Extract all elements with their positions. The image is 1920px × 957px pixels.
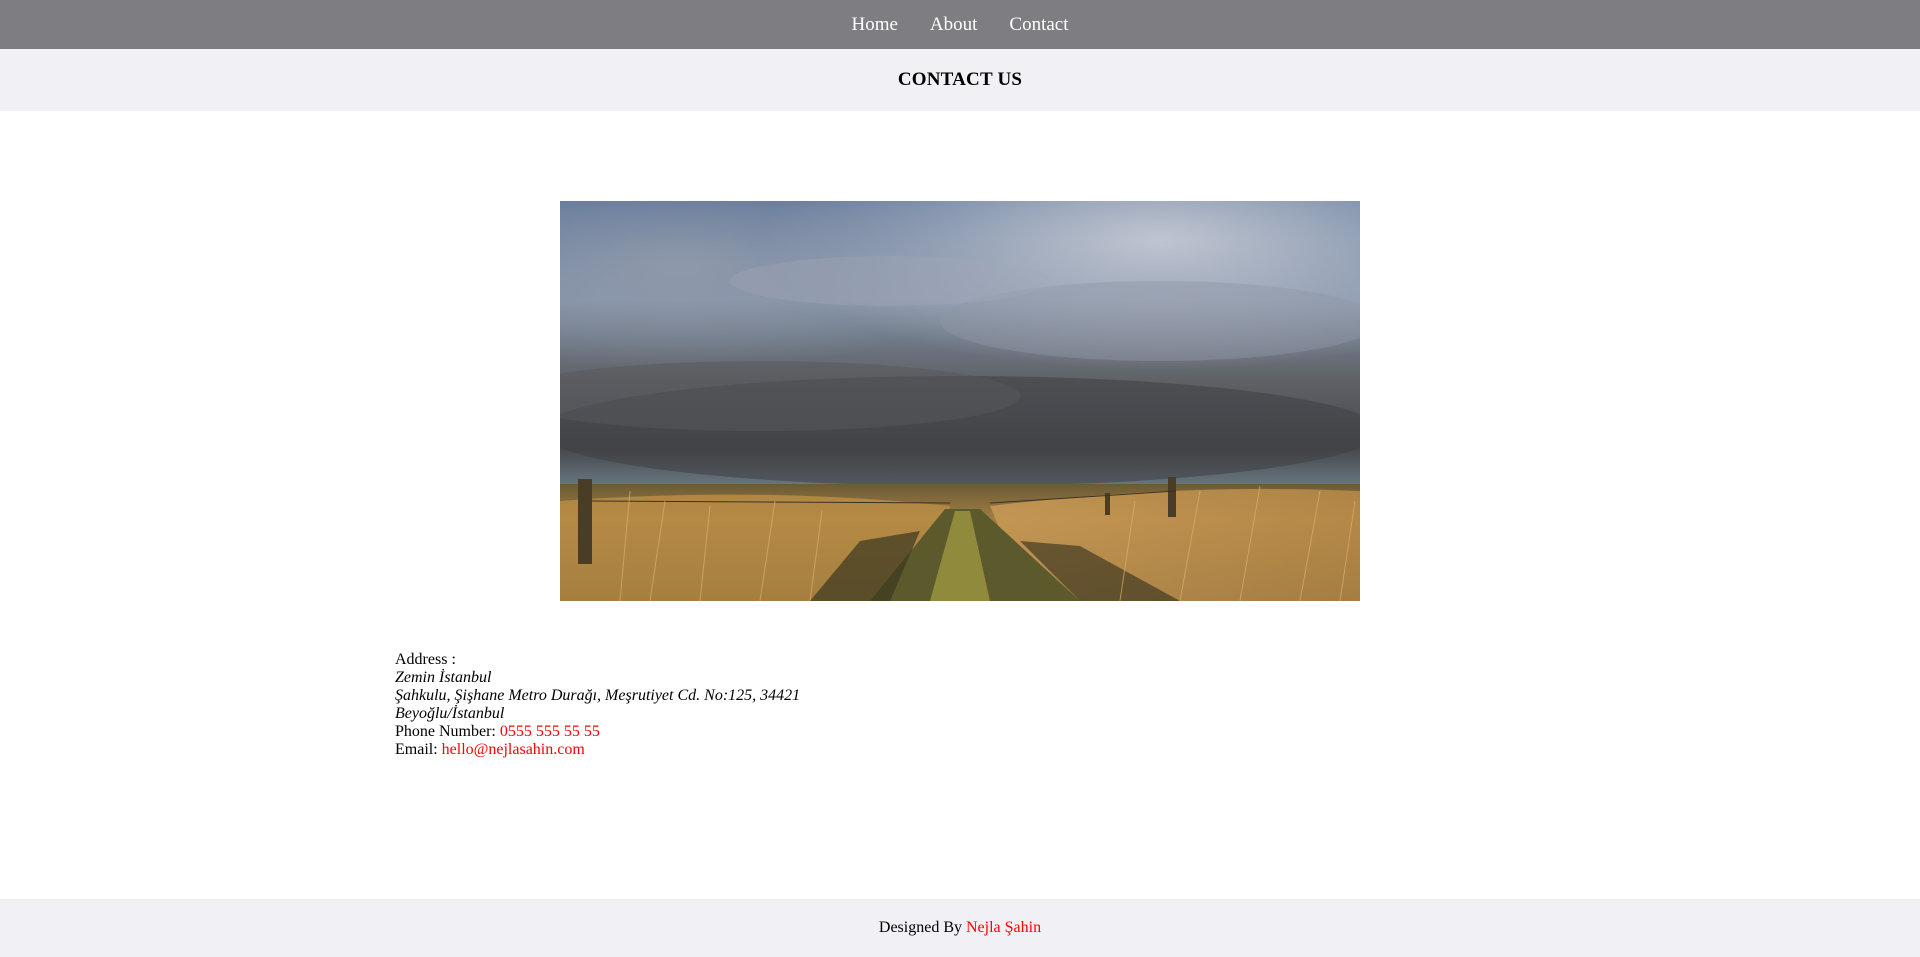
landscape-photo-graphic (560, 201, 1360, 601)
email-label: Email: (395, 741, 438, 758)
address-line-3: Beyoğlu/İstanbul (395, 705, 505, 722)
phone-label: Phone Number: (395, 723, 496, 740)
page-title-bar: CONTACT US (0, 49, 1920, 111)
phone-row: Phone Number: 0555 555 55 55 (395, 723, 800, 741)
nav-contact-link[interactable]: Contact (1009, 14, 1068, 36)
footer: Designed By Nejla Şahin (0, 899, 1920, 957)
nav-home-link[interactable]: Home (851, 14, 897, 36)
address-line-1: Zemin İstanbul (395, 669, 492, 686)
address-line-2: Şahkulu, Şişhane Metro Durağı, Meşrutiye… (395, 687, 801, 704)
page-title: CONTACT US (897, 69, 1023, 90)
email-link[interactable]: hello@nejlasahin.com (442, 741, 585, 758)
footer-author-link[interactable]: Nejla Şahin (966, 919, 1041, 937)
email-row: Email: hello@nejlasahin.com (395, 741, 800, 759)
landscape-photo (560, 201, 1360, 601)
footer-designed-by: Designed By (878, 919, 962, 936)
phone-link[interactable]: 0555 555 55 55 (500, 723, 600, 740)
nav-about-link[interactable]: About (930, 14, 978, 36)
top-nav: Home About Contact (0, 0, 1920, 49)
contact-info: Address : Zemin İstanbul Şahkulu, Şişhan… (395, 651, 800, 759)
address-label: Address : (395, 651, 456, 668)
